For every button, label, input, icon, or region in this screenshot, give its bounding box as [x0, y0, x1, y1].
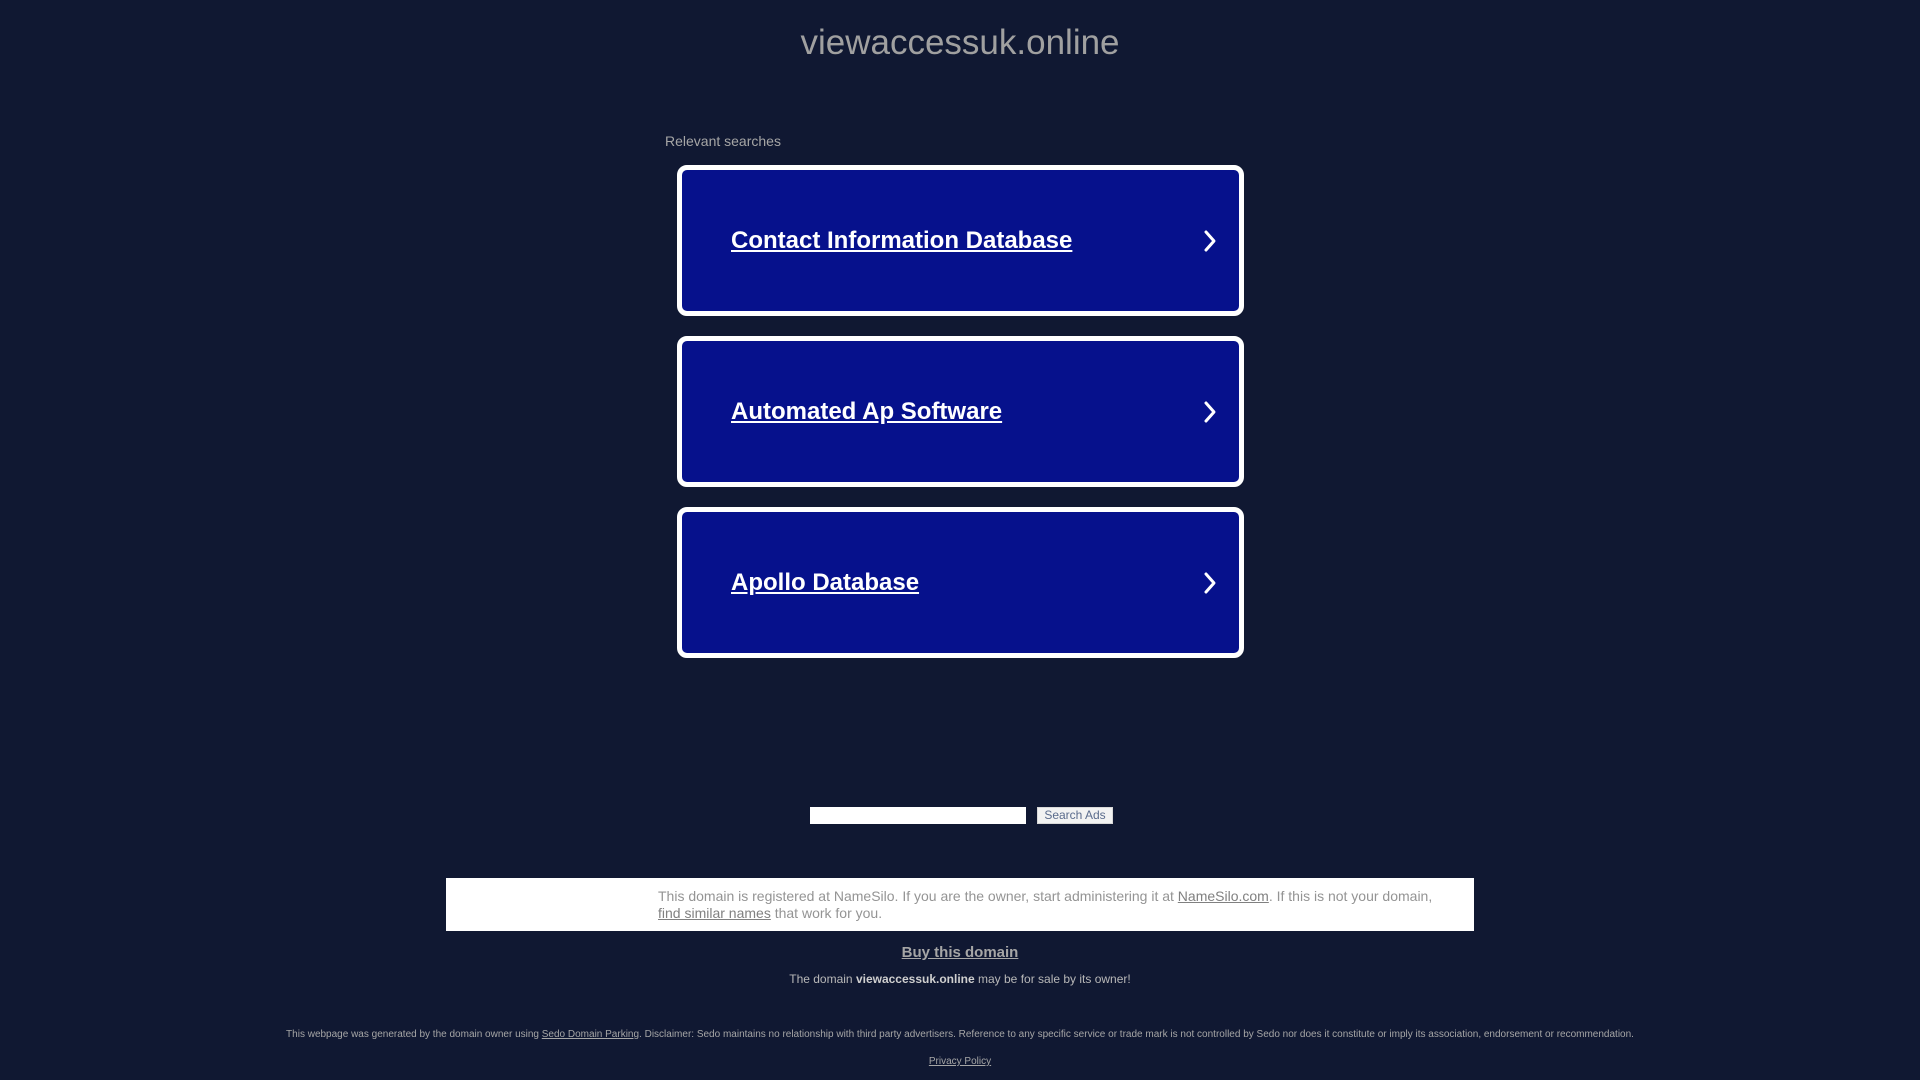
search-input[interactable] [810, 807, 1027, 824]
chevron-right-icon [1199, 570, 1221, 596]
sedo-domain-parking-link[interactable]: Sedo Domain Parking [542, 1029, 639, 1040]
find-similar-names-link[interactable]: find similar names [658, 905, 771, 921]
sale-notice: The domain viewaccessuk.online may be fo… [0, 972, 1920, 986]
privacy-policy-link[interactable]: Privacy Policy [929, 1056, 991, 1067]
search-link-label: Apollo Database [731, 568, 920, 596]
search-row: Search Ads [0, 807, 1920, 824]
chevron-right-icon [1199, 399, 1221, 425]
buy-domain-container: Buy this domain [0, 944, 1920, 961]
info-text: . If this is not your domain, [1268, 888, 1433, 904]
buy-this-domain-link[interactable]: Buy this domain [902, 944, 1019, 961]
search-link-label: Automated Ap Software [731, 397, 1003, 425]
sale-prefix: The domain [789, 972, 856, 986]
domain-title: viewaccessuk.online [800, 23, 1120, 62]
info-text: that work for you. [770, 905, 883, 921]
info-text: This domain is registered at NameSilo. I… [658, 888, 1178, 904]
disclaimer: This webpage was generated by the domain… [0, 1029, 1920, 1040]
namesilo-link[interactable]: NameSilo.com [1178, 888, 1269, 904]
relevant-searches-label: Relevant searches [665, 133, 781, 149]
sale-suffix: may be for sale by its owner! [974, 972, 1131, 986]
registrar-info-box: This domain is registered at NameSilo. I… [446, 878, 1474, 931]
search-link-label: Contact Information Database [731, 226, 1073, 254]
disclaimer-prefix: This webpage was generated by the domain… [286, 1029, 542, 1040]
search-ads-button[interactable]: Search Ads [1037, 807, 1113, 824]
privacy-row: Privacy Policy [0, 1056, 1920, 1067]
search-link-automated-ap-software[interactable]: Automated Ap Software [677, 336, 1244, 487]
relevant-searches-list: Contact Information Database Automated A… [677, 165, 1244, 678]
sale-domain: viewaccessuk.online [855, 972, 975, 986]
parking-page: viewaccessuk.online Relevant searches Co… [0, 0, 1920, 1080]
chevron-right-icon [1199, 228, 1221, 254]
search-link-apollo-database[interactable]: Apollo Database [677, 507, 1244, 658]
disclaimer-suffix: . Disclaimer: Sedo maintains no relation… [639, 1029, 1634, 1040]
search-link-contact-information-database[interactable]: Contact Information Database [677, 165, 1244, 316]
